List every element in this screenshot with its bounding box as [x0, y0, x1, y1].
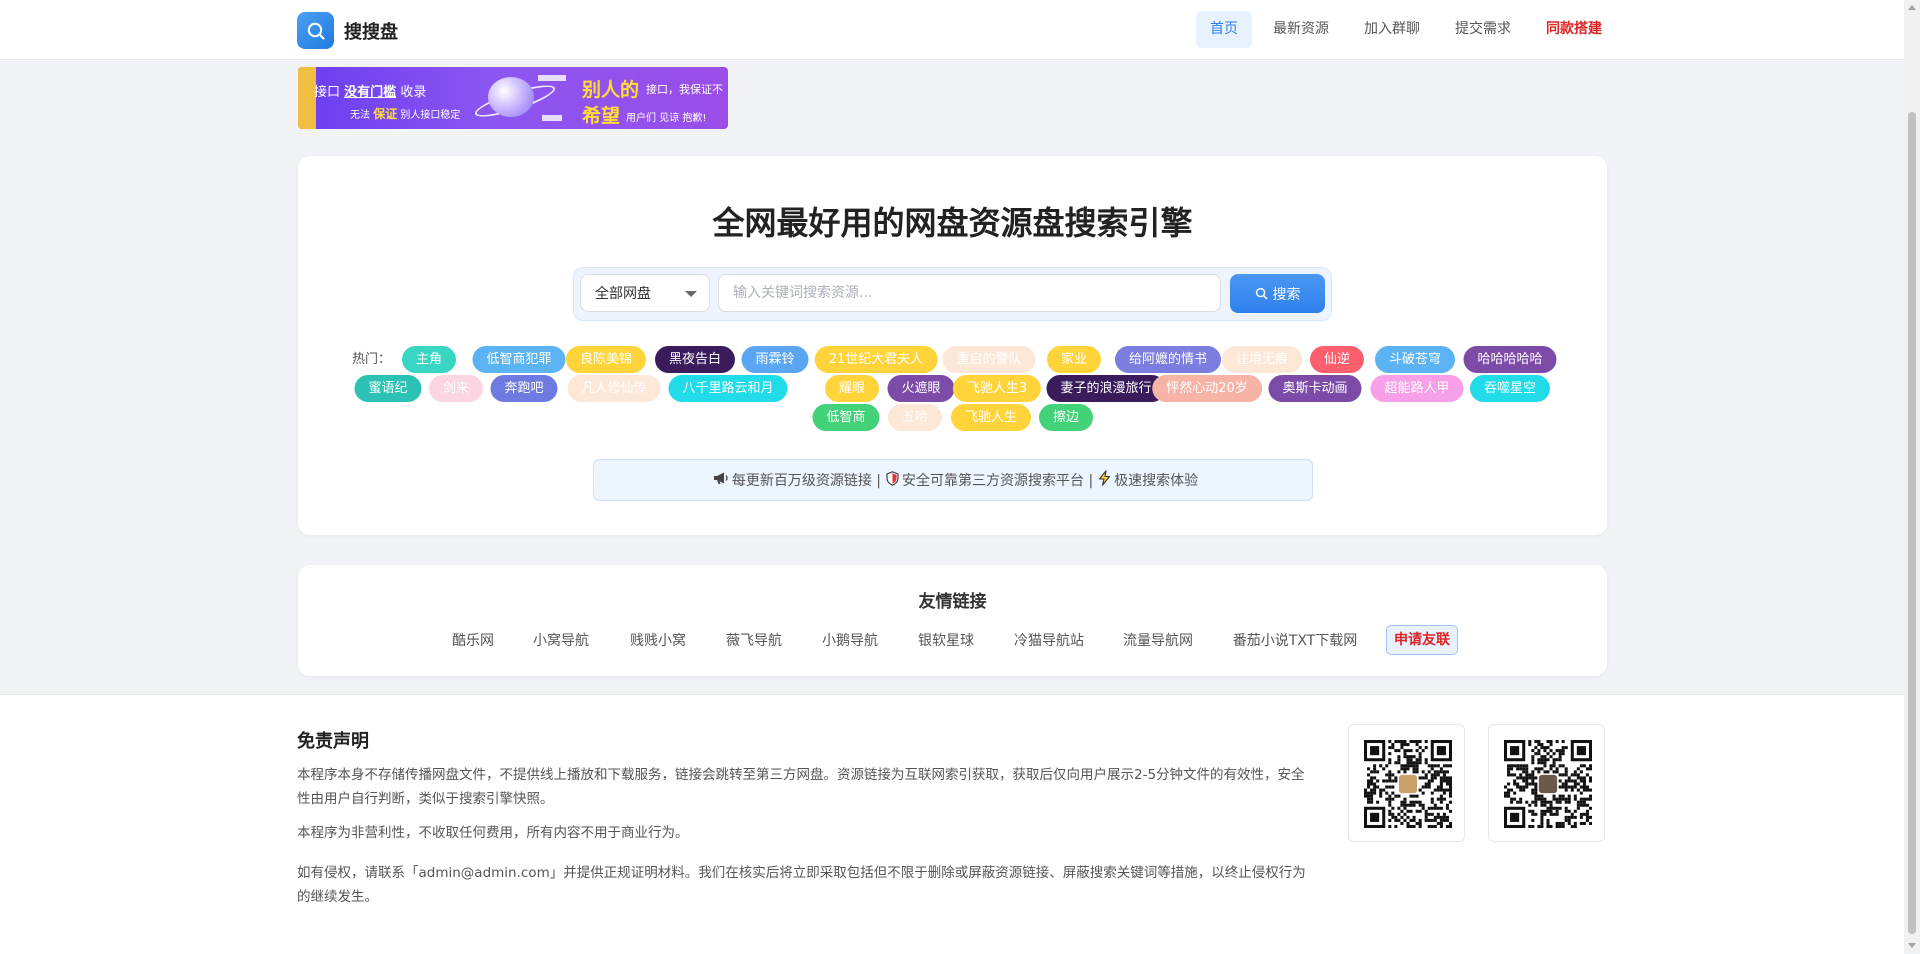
- footer: 免责声明 本程序本身不存储传播网盘文件，不提供线上播放和下载服务，链接会跳转至第…: [0, 694, 1904, 954]
- hot-tag[interactable]: 擦边: [1038, 404, 1094, 431]
- feature-info-bar: 每更新百万级资源链接 | 安全可靠第三方资源搜索平台 | 极速搜索体验: [593, 459, 1313, 501]
- info-text-safety: 安全可靠第三方资源搜索平台 |: [902, 473, 1094, 489]
- hot-label: 热门：: [352, 352, 392, 367]
- disk-type-select[interactable]: 全部网盘: [580, 274, 710, 312]
- page-title: 全网最好用的网盘资源盘搜索引擎: [712, 204, 1193, 242]
- friend-link[interactable]: 小鹅导航: [822, 630, 878, 650]
- hot-tag[interactable]: 奔跑吧: [490, 375, 558, 402]
- banner-line-1: 接口 没有门槛 收录: [314, 85, 427, 100]
- banner-right-small-1: 接口，我保证不: [646, 83, 723, 96]
- friend-link[interactable]: 流量导航网: [1123, 630, 1193, 650]
- search-card: 全网最好用的网盘资源盘搜索引擎 全部网盘 搜索 热门： 主角低智商犯罪良陈美锦黑…: [298, 156, 1607, 535]
- hot-tag[interactable]: 妻子的浪漫旅行: [1046, 375, 1166, 402]
- hot-tag[interactable]: 八千里路云和月: [668, 375, 788, 402]
- search-logo-icon: [297, 12, 334, 49]
- hot-tag[interactable]: 重启的警队: [942, 346, 1036, 373]
- disclaimer-paragraph-2: 本程序为非营利性，不收取任何费用，所有内容不用于商业行为。: [297, 825, 689, 841]
- hot-tag[interactable]: 凡人修仙传: [567, 375, 661, 402]
- disk-type-value: 全部网盘: [595, 286, 651, 302]
- hot-tag[interactable]: 超能路人甲: [1370, 375, 1464, 402]
- disclaimer-paragraph-3: 如有侵权，请联系「admin@admin.com」并提供正规证明材料。我们在核实…: [297, 865, 1306, 905]
- hot-tag[interactable]: 黑夜告白: [654, 346, 736, 373]
- search-bar: 全部网盘 搜索: [573, 267, 1332, 321]
- info-text-speed: 极速搜索体验: [1114, 473, 1199, 489]
- ad-banner[interactable]: 接口 没有门槛 收录 无法 保证 别人接口稳定 别人的 接口，我保证不 希望 用…: [298, 67, 728, 129]
- hot-tag[interactable]: 奥斯卡动画: [1268, 375, 1362, 402]
- search-icon: [1255, 287, 1267, 300]
- hot-tag[interactable]: 哈哈哈哈哈: [1463, 346, 1557, 373]
- hot-tag[interactable]: 仙逆: [1309, 346, 1365, 373]
- banner-right-big-1: 别人的: [582, 79, 640, 101]
- friend-link[interactable]: 贱贱小窝: [630, 630, 686, 650]
- scroll-thumb[interactable]: [1908, 112, 1916, 934]
- megaphone-icon: [713, 471, 729, 489]
- hot-tag[interactable]: 吞噬星空: [1469, 375, 1551, 402]
- search-input[interactable]: [718, 274, 1221, 312]
- hot-tag[interactable]: 飞驰人生: [950, 404, 1032, 431]
- main-nav: 首页 最新资源 加入群聊 提交需求 同款搭建: [1189, 11, 1616, 48]
- hot-tag[interactable]: 往境无痕: [1221, 346, 1303, 373]
- hot-tag[interactable]: 家业: [1046, 346, 1102, 373]
- shield-icon: [886, 470, 899, 490]
- hot-tag[interactable]: 低智商: [812, 404, 880, 431]
- site-logo[interactable]: 搜搜盘: [297, 12, 398, 49]
- nav-submit-request[interactable]: 提交需求: [1441, 11, 1525, 48]
- disclaimer-title: 免责声明: [297, 731, 369, 752]
- info-text-updates: 每更新百万级资源链接 |: [731, 473, 881, 489]
- nav-join-group[interactable]: 加入群聊: [1350, 11, 1434, 48]
- hot-tag[interactable]: 给阿嬷的情书: [1114, 346, 1222, 373]
- scroll-down-arrow-icon[interactable]: [1908, 943, 1916, 948]
- top-navbar: 搜搜盘 首页 最新资源 加入群聊 提交需求 同款搭建: [0, 0, 1904, 60]
- hot-tag[interactable]: 良陈美锦: [565, 346, 647, 373]
- hot-tag[interactable]: 怦然心动20岁: [1152, 375, 1262, 402]
- hot-tag[interactable]: 低智商犯罪: [472, 346, 566, 373]
- nav-same-build[interactable]: 同款搭建: [1532, 11, 1616, 48]
- chevron-down-icon: [685, 291, 697, 297]
- hot-tag[interactable]: 主角: [401, 346, 457, 373]
- friend-link[interactable]: 番茄小说TXT下载网: [1233, 630, 1357, 650]
- disclaimer-paragraph-1: 本程序本身不存储传播网盘文件，不提供线上播放和下载服务，链接会跳转至第三方网盘。…: [297, 767, 1305, 807]
- hot-tag[interactable]: 蜜语纪: [354, 375, 422, 402]
- search-button-label: 搜索: [1272, 286, 1301, 303]
- hot-tag[interactable]: 五哈: [887, 404, 943, 431]
- friend-link[interactable]: 酷乐网: [452, 630, 494, 650]
- banner-stripe: [542, 115, 562, 121]
- qr-code-icon: [1364, 740, 1452, 828]
- search-button[interactable]: 搜索: [1230, 274, 1325, 313]
- qr-code-icon: [1504, 740, 1592, 828]
- friend-link[interactable]: 银软星球: [918, 630, 974, 650]
- qr-code-1: [1348, 724, 1465, 842]
- banner-line-2: 无法 保证 别人接口稳定: [350, 107, 461, 121]
- qr-code-2: [1488, 724, 1605, 842]
- hot-tag[interactable]: 雨霖铃: [741, 346, 809, 373]
- friend-link[interactable]: 薇飞导航: [726, 630, 782, 650]
- nav-latest[interactable]: 最新资源: [1259, 11, 1343, 48]
- hot-tag[interactable]: 火遮眼: [887, 375, 955, 402]
- lightning-icon: [1098, 470, 1111, 490]
- hot-tag[interactable]: 21世纪大君夫人: [814, 346, 938, 373]
- hot-tag[interactable]: 斗破苍穹: [1374, 346, 1456, 373]
- friend-links-title: 友情链接: [918, 592, 987, 612]
- hot-tag[interactable]: 耀眼: [824, 375, 880, 402]
- planet-icon: [488, 77, 534, 117]
- hot-tag[interactable]: 飞驰人生3: [952, 375, 1042, 402]
- banner-right-small-2: 用户们 见谅 抱歉!: [626, 113, 707, 124]
- friend-link[interactable]: 小窝导航: [533, 630, 589, 650]
- site-name: 搜搜盘: [344, 21, 398, 43]
- friend-link[interactable]: 冷猫导航站: [1014, 630, 1084, 650]
- apply-link-button[interactable]: 申请友联: [1386, 625, 1458, 655]
- hot-tag[interactable]: 剑来: [428, 375, 484, 402]
- friend-links-card: 友情链接 酷乐网 小窝导航 贱贱小窝 薇飞导航 小鹅导航 银软星球 冷猫导航站 流量导航网 番茄…: [298, 565, 1607, 676]
- nav-home[interactable]: 首页: [1196, 11, 1252, 48]
- page-scrollbar[interactable]: [1904, 0, 1920, 953]
- banner-right-big-2: 希望: [582, 105, 621, 127]
- banner-stripe: [538, 75, 566, 81]
- scroll-up-arrow-icon[interactable]: [1908, 5, 1916, 10]
